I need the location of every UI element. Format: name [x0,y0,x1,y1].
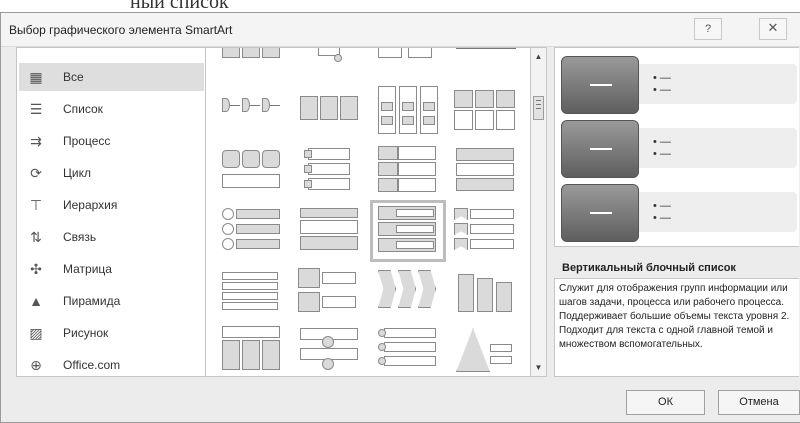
layout-thumbnail[interactable] [454,48,518,62]
preview-bullets: • — • — [653,72,671,96]
cancel-button[interactable]: Отмена [718,390,800,415]
pyramid-icon: ▲ [29,293,43,309]
category-label: Список [63,102,103,116]
category-hierarchy[interactable]: ⊤ Иерархия [19,191,204,219]
category-label: Все [63,70,84,84]
preview-block [561,56,639,114]
category-label: Пирамида [63,294,121,308]
layout-thumbnail[interactable] [220,86,284,136]
category-relationship[interactable]: ⇅ Связь [19,223,204,251]
category-process[interactable]: ⇉ Процесс [19,127,204,155]
preview-row: • — • — [561,184,797,242]
page-fragment-text: ный список [130,0,229,12]
category-list: ▦ Все ☰ Список ⇉ Процесс ⟳ Цикл ⊤ Иерарх… [16,47,206,377]
layout-thumbnail[interactable] [454,326,518,376]
layout-thumbnail[interactable] [376,86,440,136]
preview-row: • — • — [561,120,797,178]
scroll-up-arrow-icon[interactable]: ▲ [531,49,546,65]
preview-block [561,184,639,242]
scrollbar-thumb[interactable] [533,96,544,120]
layout-thumbnail[interactable] [298,48,362,62]
layout-thumbnail[interactable] [298,146,362,196]
category-label: Матрица [63,262,112,276]
relationship-icon: ⇅ [30,228,42,245]
ok-button[interactable]: ОК [626,390,705,415]
preview-block [561,120,639,178]
layout-thumbnail[interactable] [376,326,440,376]
list-icon: ☰ [29,100,43,117]
layout-thumbnail[interactable] [220,326,284,376]
layout-thumbnail[interactable] [454,86,518,136]
globe-icon: ⊕ [30,356,42,373]
hierarchy-icon: ⊤ [29,196,43,213]
category-label: Процесс [63,134,111,148]
preview-bullets: • — • — [653,200,671,224]
layout-thumbnail[interactable] [298,86,362,136]
layout-thumbnail[interactable] [376,146,440,196]
cycle-icon: ⟳ [30,164,42,181]
layout-thumbnail[interactable] [376,48,440,62]
layout-description: Служит для отображения групп информации … [554,278,799,377]
background-document-text: ный список [0,0,800,12]
category-pyramid[interactable]: ▲ Пирамида [19,287,204,315]
layout-thumbnail[interactable] [298,326,362,376]
layout-thumbnail[interactable] [220,48,284,62]
dialog-title: Выбор графического элемента SmartArt [9,23,233,37]
layout-thumbnail[interactable] [454,266,518,316]
category-label: Office.com [63,358,121,372]
layout-thumbnail[interactable] [298,206,362,256]
category-all[interactable]: ▦ Все [19,63,204,91]
layout-preview: • — • — • — • — • — • — [554,47,799,247]
category-matrix[interactable]: ✣ Матрица [19,255,204,283]
preview-row: • — • — [561,56,797,114]
category-label: Связь [63,230,97,244]
layout-gallery [206,47,530,377]
category-list-item[interactable]: ☰ Список [19,95,204,123]
layout-thumbnail[interactable] [454,206,518,256]
layout-thumbnail-selected[interactable] [370,200,446,262]
layout-name: Вертикальный блочный список [562,262,736,274]
category-picture[interactable]: ▨ Рисунок [19,319,204,347]
picture-icon: ▨ [29,324,43,341]
layout-thumbnail[interactable] [220,206,284,256]
layout-thumbnail[interactable] [454,146,518,196]
all-icon: ▦ [29,68,43,85]
process-icon: ⇉ [30,132,42,149]
dialog-titlebar: Выбор графического элемента SmartArt ? ✕ [1,13,800,47]
matrix-icon: ✣ [30,260,42,277]
gallery-scrollbar[interactable]: ▲ ▼ [530,47,547,377]
scroll-down-arrow-icon[interactable]: ▼ [531,360,546,376]
category-label: Цикл [63,166,91,180]
preview-bullets: • — • — [653,136,671,160]
help-button[interactable]: ? [694,18,722,40]
close-button[interactable]: ✕ [759,18,787,40]
layout-thumbnail[interactable] [220,266,284,316]
category-label: Рисунок [63,326,109,340]
category-office-com[interactable]: ⊕ Office.com [19,351,204,379]
layout-thumbnail[interactable] [220,146,284,196]
layout-thumbnail[interactable] [376,266,440,316]
category-cycle[interactable]: ⟳ Цикл [19,159,204,187]
category-label: Иерархия [63,198,118,212]
layout-thumbnail[interactable] [298,266,362,316]
